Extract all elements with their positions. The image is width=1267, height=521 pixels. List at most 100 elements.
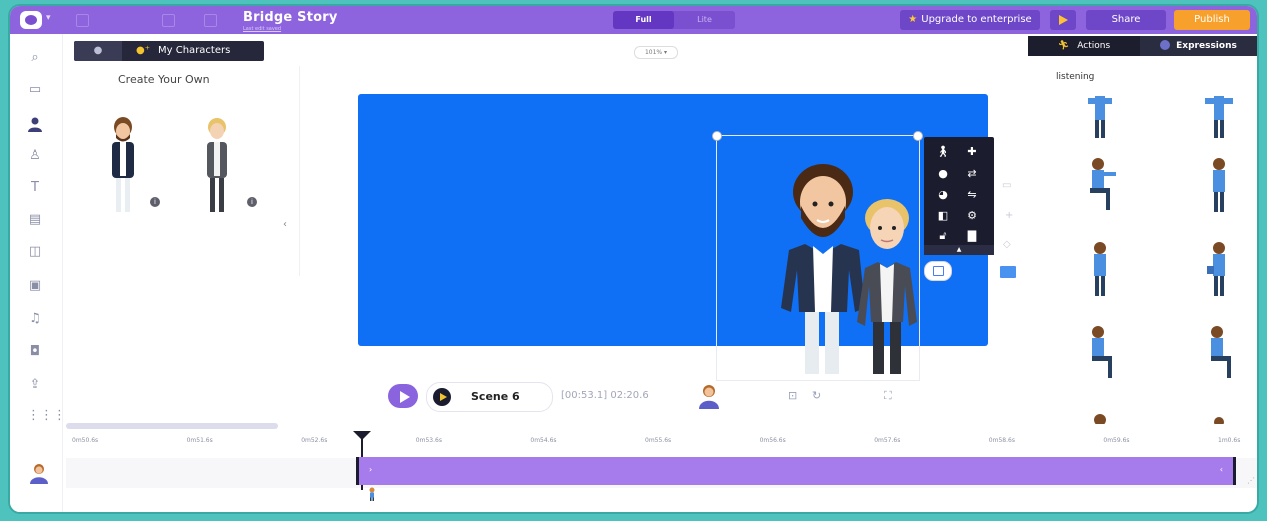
- tab-expressions[interactable]: Expressions: [1140, 36, 1257, 56]
- redo-icon[interactable]: [162, 14, 175, 27]
- action-pose-item[interactable]: [1199, 410, 1239, 424]
- timeline-tick-label: 0m54.6s: [530, 437, 557, 444]
- opacity-icon[interactable]: ◧: [935, 209, 951, 223]
- swap-character-icon[interactable]: ⇋: [964, 188, 980, 202]
- video-icon[interactable]: ◘: [27, 344, 43, 360]
- app-logo-icon[interactable]: [20, 11, 42, 29]
- upgrade-button[interactable]: ★ Upgrade to enterprise: [900, 10, 1040, 30]
- timeline-tick-label: 0m56.6s: [759, 437, 786, 444]
- action-pose-item[interactable]: [1199, 90, 1239, 152]
- tab-actions-label: Actions: [1077, 41, 1111, 51]
- collapse-up-chevron-icon[interactable]: ▲: [924, 245, 994, 255]
- info-icon[interactable]: i: [150, 197, 160, 207]
- add-icon[interactable]: +: [1005, 210, 1013, 221]
- action-pose-item[interactable]: [1080, 156, 1120, 218]
- info-icon[interactable]: i: [247, 197, 257, 207]
- share-button[interactable]: Share: [1086, 10, 1166, 30]
- save-icon[interactable]: [204, 14, 217, 27]
- action-pose-item[interactable]: [1199, 156, 1239, 218]
- left-sidebar: ⌕ ▭ ♙ T ▤ ◫ ▣ ♫ ◘ ⇪ ⋮⋮⋮: [10, 34, 66, 512]
- logo-menu-chevron-icon[interactable]: ▾: [46, 13, 51, 23]
- scene-selector[interactable]: Scene 6: [426, 382, 553, 412]
- color-palette-icon[interactable]: ◕: [935, 188, 951, 202]
- timeline-tick-label: 0m53.6s: [415, 437, 442, 444]
- action-pose-item[interactable]: [1080, 90, 1120, 152]
- resize-corner-icon[interactable]: ⋰: [1247, 476, 1255, 485]
- collapse-panel-chevron-icon[interactable]: ‹: [283, 219, 287, 230]
- character-avatar-icon[interactable]: [698, 383, 720, 409]
- walk-icon[interactable]: 🚶︎: [935, 145, 951, 159]
- timeline-tick-label: 0m59.6s: [1103, 437, 1130, 444]
- preview-play-button[interactable]: [1050, 10, 1076, 30]
- character-thumbnail-bearded-man[interactable]: [98, 114, 148, 214]
- templates-icon[interactable]: ▭: [27, 82, 43, 98]
- layers-icon[interactable]: ◇: [1003, 239, 1011, 250]
- timeline-tick-label: 0m55.6s: [645, 437, 672, 444]
- action-pose-item[interactable]: [1080, 410, 1120, 424]
- timeline-tick-label: 0m51.6s: [186, 437, 213, 444]
- background-color-swatch[interactable]: [1000, 266, 1016, 278]
- add-element-button[interactable]: [924, 261, 952, 281]
- action-pose-item[interactable]: [1080, 240, 1120, 302]
- backgrounds-icon[interactable]: ▣: [27, 278, 43, 294]
- play-button[interactable]: [388, 384, 418, 408]
- props-icon[interactable]: ♙: [27, 148, 43, 164]
- story-title[interactable]: Bridge Story: [243, 10, 338, 25]
- swap-icon[interactable]: ⇄: [964, 167, 980, 181]
- undo-icon[interactable]: [76, 14, 89, 27]
- captions-icon[interactable]: ▤: [27, 212, 43, 228]
- action-pose-item[interactable]: [1080, 324, 1120, 386]
- settings-gear-icon[interactable]: ⚙: [964, 209, 980, 223]
- right-panel-tabs: 🏃︎ Actions Expressions: [1028, 36, 1257, 56]
- screen-fit-icon[interactable]: ⊡: [788, 389, 797, 402]
- action-pose-item[interactable]: [1199, 240, 1239, 302]
- more-apps-icon[interactable]: ⋮⋮⋮: [27, 408, 66, 424]
- tab-expressions-label: Expressions: [1176, 41, 1237, 51]
- music-icon[interactable]: ♫: [27, 311, 43, 327]
- timeline-tick-label: 1m0.6s: [1218, 437, 1241, 444]
- horizontal-scrollbar[interactable]: [66, 423, 278, 429]
- view-full-button[interactable]: Full: [613, 11, 674, 29]
- scene-track-clip[interactable]: › ‹: [356, 457, 1236, 485]
- characters-icon[interactable]: [27, 116, 43, 132]
- person-icon: ●: [93, 45, 103, 56]
- publish-button[interactable]: Publish: [1174, 10, 1250, 30]
- upload-icon[interactable]: ⇪: [27, 377, 43, 393]
- character-thumbnail-blonde-man[interactable]: [192, 114, 242, 214]
- action-category-label: listening: [1056, 72, 1095, 82]
- timecode: [00:53.1] 02:20.6: [561, 390, 649, 401]
- character-tabs: ● ●⁺ My Characters: [74, 41, 264, 61]
- selection-box[interactable]: [716, 135, 920, 381]
- view-lite-button[interactable]: Lite: [674, 11, 735, 29]
- expressions-face-icon: [1160, 40, 1171, 50]
- microphone-icon[interactable]: ●: [935, 167, 951, 181]
- tab-my-characters-label: My Characters: [158, 45, 231, 56]
- refresh-icon[interactable]: ↻: [812, 389, 821, 402]
- tab-stock-characters[interactable]: ●: [74, 41, 122, 61]
- clip-right-handle-icon[interactable]: ‹: [1220, 465, 1223, 474]
- zoom-select[interactable]: 101% ▾: [634, 46, 678, 59]
- comment-icon[interactable]: ▭: [1002, 180, 1011, 191]
- user-avatar-icon[interactable]: [28, 462, 50, 484]
- story-subtitle: Last edit saved: [243, 26, 282, 32]
- timeline-tick-label: 0m52.6s: [301, 437, 328, 444]
- app-window: ▾ Bridge Story Last edit saved Full Lite…: [10, 6, 1257, 512]
- timeline-tick-label: 0m50.6s: [72, 437, 99, 444]
- text-icon[interactable]: T: [27, 180, 43, 196]
- clip-left-handle-icon[interactable]: ›: [369, 465, 372, 474]
- add-action-icon[interactable]: ✚: [964, 145, 980, 159]
- charts-icon[interactable]: ◫: [27, 244, 43, 260]
- resize-handle[interactable]: [913, 131, 923, 141]
- fullscreen-icon[interactable]: ⛶: [884, 389, 892, 403]
- resize-handle[interactable]: [712, 131, 722, 141]
- tab-actions[interactable]: 🏃︎ Actions: [1028, 36, 1140, 56]
- tab-my-characters[interactable]: ●⁺ My Characters: [122, 41, 264, 61]
- action-pose-item[interactable]: [1199, 324, 1239, 386]
- track-character-icon[interactable]: [367, 487, 377, 501]
- scene-label: Scene 6: [471, 390, 520, 403]
- search-icon[interactable]: ⌕: [27, 50, 43, 66]
- timeline-tick-label: 0m57.6s: [874, 437, 901, 444]
- lock-icon[interactable]: 🔓︎: [935, 229, 951, 243]
- trash-icon[interactable]: ▇: [964, 229, 980, 243]
- play-scene-icon[interactable]: [433, 388, 451, 406]
